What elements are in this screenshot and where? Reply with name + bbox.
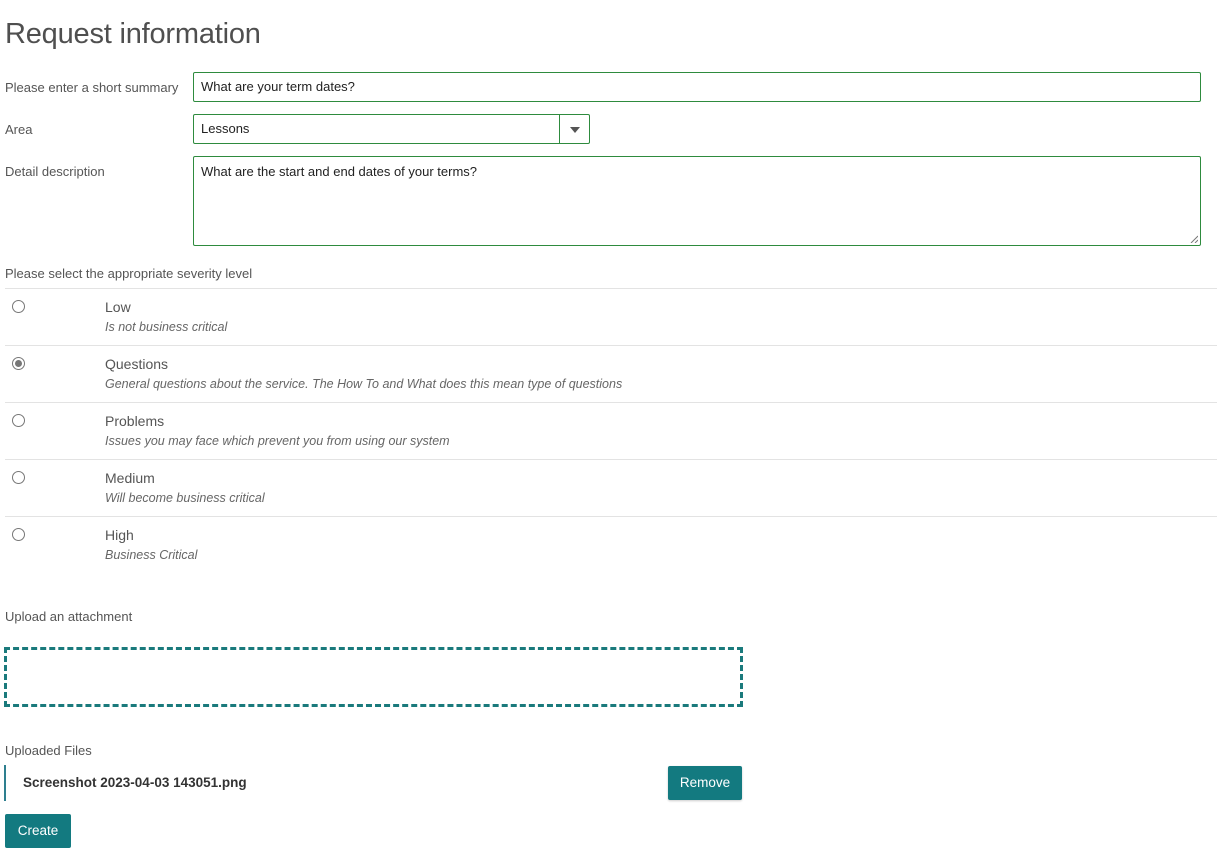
chevron-down-icon[interactable]	[570, 127, 580, 133]
area-select-divider	[559, 115, 560, 143]
severity-name: High	[105, 527, 134, 543]
severity-radio-problems[interactable]	[12, 414, 25, 427]
severity-desc: Will become business critical	[105, 491, 265, 505]
upload-dropzone[interactable]	[4, 647, 743, 707]
detail-textarea[interactable]: What are the start and end dates of your…	[193, 156, 1201, 246]
severity-label: Please select the appropriate severity l…	[5, 266, 253, 281]
create-button[interactable]: Create	[5, 814, 71, 848]
severity-name: Problems	[105, 413, 165, 429]
severity-desc: Issues you may face which prevent you fr…	[105, 434, 450, 448]
severity-name: Questions	[105, 356, 169, 372]
severity-option-low[interactable]: Low Is not business critical	[5, 288, 1217, 345]
severity-option-problems[interactable]: Problems Issues you may face which preve…	[5, 402, 1217, 459]
detail-label: Detail description	[5, 164, 105, 179]
summary-input[interactable]: What are your term dates?	[193, 72, 1201, 102]
severity-radio-high[interactable]	[12, 528, 25, 541]
detail-text: What are the start and end dates of your…	[201, 164, 478, 179]
severity-option-questions[interactable]: Questions General questions about the se…	[5, 345, 1217, 402]
area-selected-value: Lessons	[201, 121, 250, 136]
resize-grip-icon[interactable]	[1190, 235, 1198, 243]
severity-radio-questions[interactable]	[12, 357, 25, 370]
severity-option-high[interactable]: High Business Critical	[5, 516, 1217, 573]
severity-radio-low[interactable]	[12, 300, 25, 313]
severity-desc: Business Critical	[105, 548, 198, 562]
area-select[interactable]: Lessons	[193, 114, 590, 144]
area-label: Area	[5, 122, 33, 137]
severity-desc: General questions about the service. The…	[105, 377, 623, 391]
severity-name: Medium	[105, 470, 155, 486]
uploaded-file-name: Screenshot 2023-04-03 143051.png	[23, 775, 247, 790]
uploaded-file-item: Screenshot 2023-04-03 143051.png	[4, 765, 744, 801]
uploaded-files-label: Uploaded Files	[5, 743, 92, 758]
severity-radio-medium[interactable]	[12, 471, 25, 484]
upload-label: Upload an attachment	[5, 609, 133, 624]
severity-option-medium[interactable]: Medium Will become business critical	[5, 459, 1217, 516]
remove-file-button[interactable]: Remove	[668, 766, 742, 800]
severity-name: Low	[105, 299, 131, 315]
summary-label: Please enter a short summary	[5, 80, 179, 95]
severity-desc: Is not business critical	[105, 320, 228, 334]
page-title: Request information	[5, 18, 261, 50]
